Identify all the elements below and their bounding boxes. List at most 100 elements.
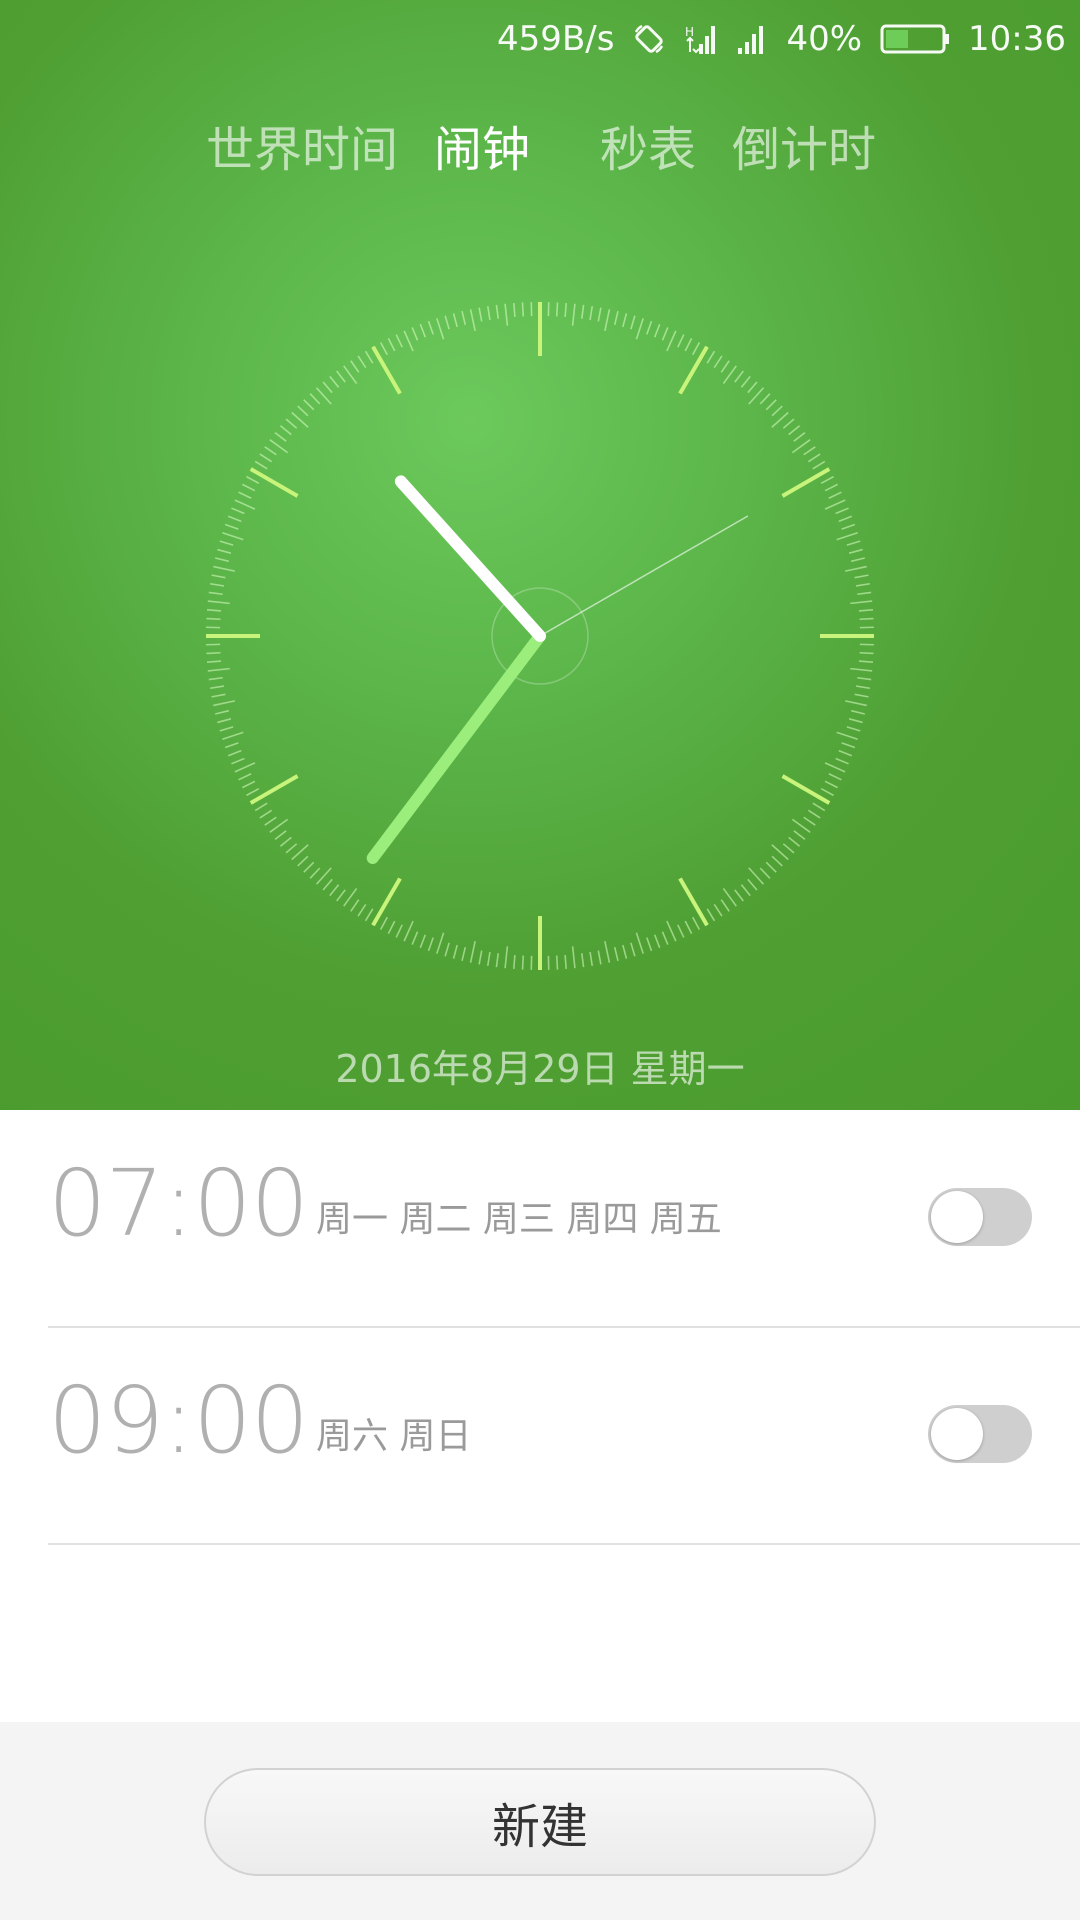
minor-tick: [845, 565, 867, 572]
minor-tick: [478, 307, 483, 322]
minor-tick: [771, 855, 783, 867]
alarm-time: 09:00: [48, 1367, 309, 1474]
minor-tick: [836, 731, 858, 740]
alarm-time: 07:00: [48, 1150, 309, 1257]
minor-tick: [803, 446, 816, 456]
minor-tick: [206, 617, 221, 621]
second-hand: [539, 515, 749, 637]
minor-tick: [850, 600, 873, 605]
minor-tick: [854, 693, 869, 698]
minor-tick: [661, 931, 669, 945]
minor-tick: [613, 311, 619, 326]
minor-tick: [207, 600, 230, 605]
minor-tick: [630, 942, 636, 957]
minor-tick: [630, 315, 636, 330]
minor-tick: [452, 313, 458, 328]
minor-tick: [504, 303, 509, 326]
minor-tick: [555, 955, 559, 970]
minute-hand: [366, 630, 546, 865]
minor-tick: [309, 867, 321, 879]
minor-tick: [395, 334, 403, 348]
minor-tick: [788, 425, 801, 436]
minor-tick: [217, 718, 232, 724]
minor-tick: [604, 309, 611, 331]
minor-tick: [379, 342, 389, 356]
minor-tick: [828, 773, 842, 781]
minor-tick: [303, 861, 315, 873]
minor-tick: [209, 582, 225, 587]
minor-tick: [512, 302, 516, 318]
minor-tick: [387, 338, 396, 352]
minor-tick: [765, 861, 777, 873]
minor-tick: [666, 330, 677, 352]
new-alarm-button[interactable]: 新建: [204, 1768, 876, 1876]
minor-tick: [691, 342, 701, 356]
minor-tick: [285, 418, 298, 429]
minor-tick: [269, 439, 289, 454]
minor-tick: [336, 889, 346, 902]
minor-tick: [227, 749, 242, 757]
minor-tick: [838, 515, 853, 523]
minor-tick: [329, 375, 340, 388]
analog-clock: [206, 302, 874, 970]
minor-tick: [322, 878, 333, 891]
minor-tick: [759, 867, 771, 879]
minor-tick: [646, 937, 653, 952]
minor-tick: [264, 446, 277, 456]
minor-tick: [604, 941, 611, 963]
minor-tick: [747, 381, 758, 394]
minor-tick: [206, 651, 221, 655]
minor-tick: [564, 954, 568, 970]
date-label: 2016年8月29日 星期一: [335, 1047, 745, 1091]
minor-tick: [677, 334, 685, 348]
minor-tick: [215, 557, 230, 563]
alarm-row[interactable]: 09:00 周六 周日: [48, 1327, 1080, 1545]
minor-tick: [297, 405, 309, 417]
minor-tick: [793, 830, 806, 840]
minor-tick: [364, 908, 374, 922]
minor-tick: [436, 318, 445, 340]
minor-tick: [379, 916, 389, 930]
minor-tick: [740, 884, 751, 897]
minor-tick: [803, 816, 816, 826]
minor-tick: [486, 951, 491, 967]
alarm-row[interactable]: 07:00 周一 周二 周三 周四 周五: [48, 1110, 1080, 1328]
minor-tick: [387, 920, 396, 934]
hour-hand: [394, 475, 546, 642]
alarm-days: 周一 周二 周三 周四 周五: [316, 1199, 722, 1240]
minor-tick: [846, 726, 861, 732]
minor-tick: [512, 954, 516, 970]
minor-tick: [444, 315, 450, 330]
minor-tick: [395, 924, 403, 938]
minor-tick: [207, 667, 230, 672]
minor-tick: [343, 365, 358, 385]
minor-tick: [259, 453, 273, 463]
minor-tick: [343, 887, 358, 907]
minor-tick: [224, 523, 239, 530]
minor-tick: [411, 327, 419, 341]
minor-tick: [782, 843, 795, 854]
minor-tick: [666, 920, 677, 942]
minor-tick: [684, 338, 693, 352]
minor-tick: [635, 932, 644, 954]
minor-tick: [309, 393, 321, 405]
minor-tick: [740, 375, 751, 388]
minor-tick: [684, 920, 693, 934]
minor-tick: [835, 757, 849, 765]
minor-tick: [285, 843, 298, 854]
alarm-toggle[interactable]: [928, 1188, 1032, 1246]
minor-tick: [297, 855, 309, 867]
minor-tick: [555, 302, 559, 317]
minor-tick: [452, 944, 458, 959]
minor-tick: [254, 802, 268, 812]
minor-tick: [231, 757, 245, 765]
minor-tick: [589, 305, 594, 321]
minor-tick: [231, 507, 245, 515]
minor-tick: [206, 608, 222, 612]
minor-tick: [234, 762, 256, 773]
minor-tick: [219, 540, 234, 546]
alarm-toggle[interactable]: [928, 1405, 1032, 1463]
minor-tick: [264, 816, 277, 826]
minor-tick: [504, 946, 509, 969]
minor-tick: [209, 685, 225, 690]
